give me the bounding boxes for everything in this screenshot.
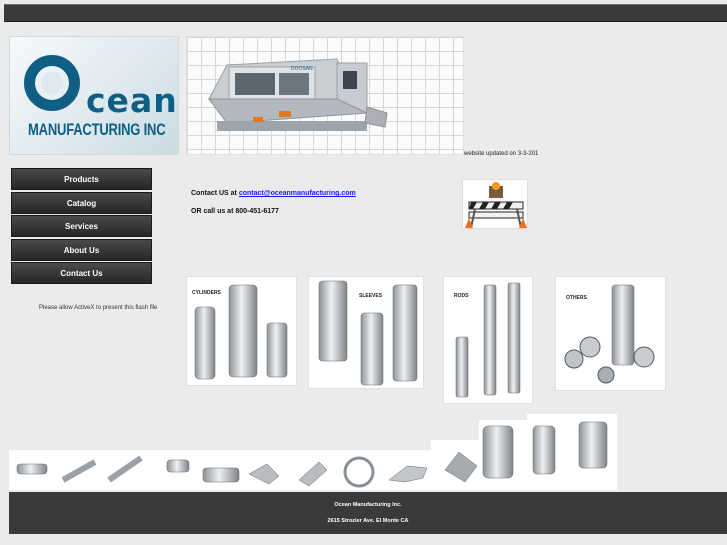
nav-products[interactable]: Products <box>11 168 152 190</box>
nav-catalog[interactable]: Catalog <box>11 191 152 214</box>
contact-info: Contact US at contact@oceanmanufacturing… <box>191 185 356 221</box>
nav-contact-us[interactable]: Contact Us <box>11 262 152 284</box>
parts-gallery <box>9 414 617 490</box>
top-bar <box>4 4 727 22</box>
main-nav: Products Catalog Services About Us Conta… <box>11 168 152 286</box>
contact-phone-line: OR call us at 800-451-6177 <box>191 208 279 215</box>
product-card-cylinders[interactable]: CYLINDERS <box>186 276 297 386</box>
footer: Ocean Manufacturing Inc. 2615 Strozier A… <box>9 492 727 534</box>
product-card-rods[interactable]: RODS <box>443 276 533 404</box>
nav-services[interactable]: Services <box>11 215 152 237</box>
product-card-others[interactable]: OTHERS <box>555 276 666 391</box>
machine-brand: DOOSAN <box>291 66 313 72</box>
contact-email-line: Contact US at contact@oceanmanufacturing… <box>191 185 356 203</box>
under-construction-image <box>462 179 528 229</box>
contact-email-prefix: Contact US at <box>191 190 239 197</box>
footer-company: Ocean Manufacturing Inc. <box>334 502 402 508</box>
logo-o-mark <box>24 55 80 111</box>
nav-about-us[interactable]: About Us <box>11 238 152 261</box>
logo-subtitle: MANUFACTURING INC <box>28 120 166 139</box>
contact-email-link[interactable]: contact@oceanmanufacturing.com <box>239 190 356 197</box>
company-logo[interactable]: cean MANUFACTURING INC <box>9 36 179 155</box>
flash-notice: Please allow ActiveX to present this fla… <box>39 305 158 311</box>
last-updated-text: website updated on 3-3-201 <box>464 151 539 157</box>
footer-address: 2615 Strozier Ave. El Monte CA <box>327 518 409 524</box>
logo-word: cean <box>86 81 178 120</box>
product-card-sleeves[interactable]: SLEEVES <box>308 276 424 389</box>
cnc-machine-image: DOOSAN <box>186 36 464 155</box>
